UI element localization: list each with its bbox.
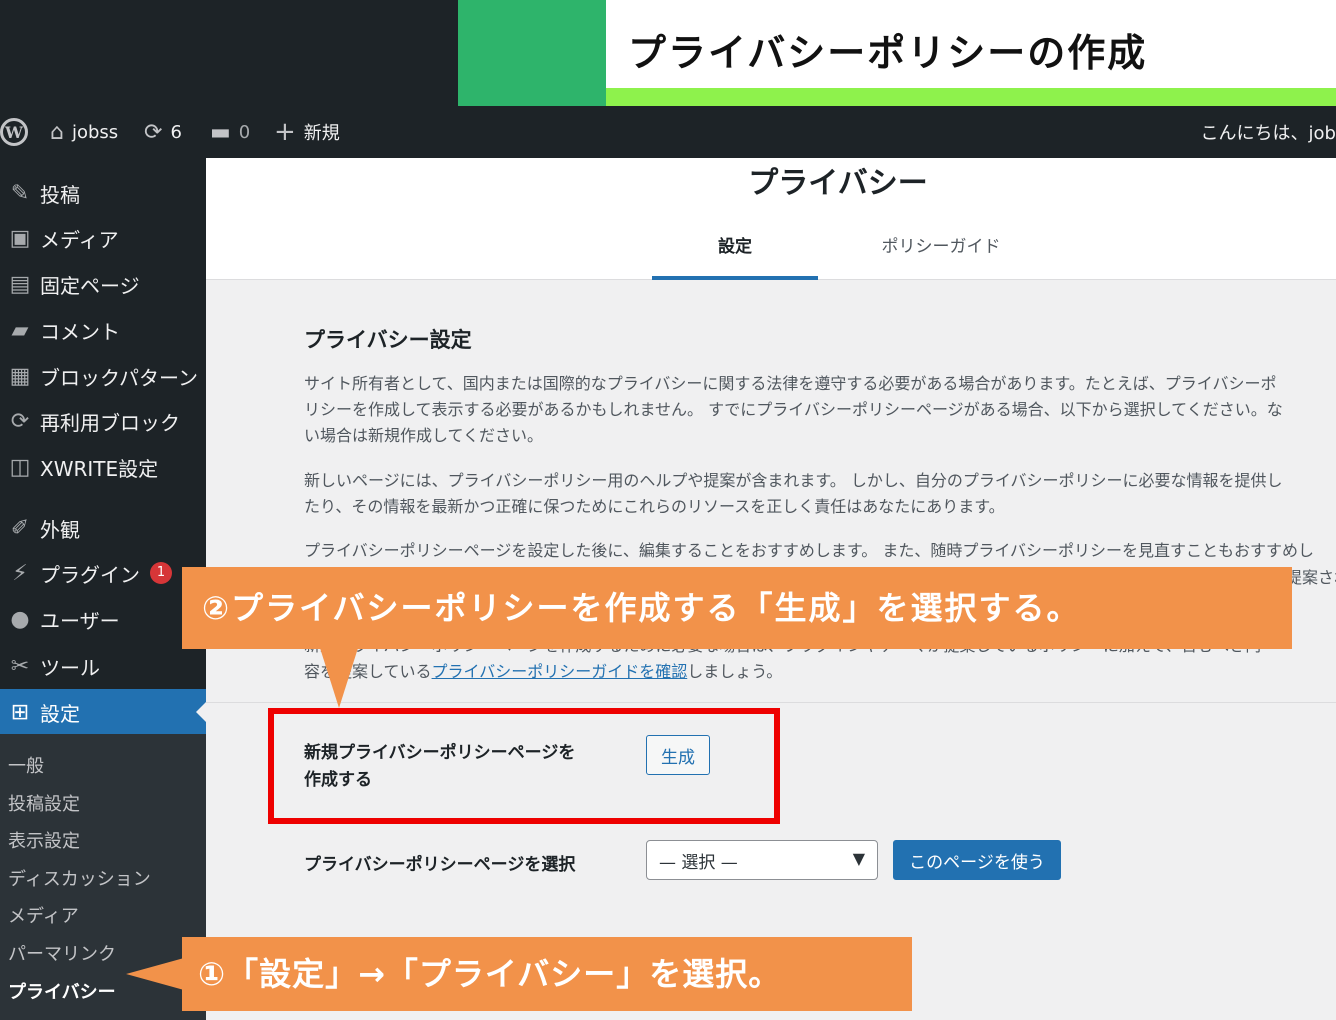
sidebar-item-label: ブロックパターン <box>40 365 198 390</box>
user-icon: ● <box>10 606 30 632</box>
brush-icon: ✐ <box>10 515 30 541</box>
tab-policy-guide[interactable]: ポリシーガイド <box>858 224 1024 280</box>
submenu-reading[interactable]: 表示設定 <box>8 827 80 853</box>
policy-page-select[interactable]: — 選択 — ▼ <box>646 840 878 880</box>
submenu-permalinks[interactable]: パーマリンク <box>8 940 116 966</box>
new-content-link[interactable]: + 新規 <box>274 106 340 158</box>
submenu-media[interactable]: メディア <box>8 902 79 928</box>
sidebar-item-appearance[interactable]: ✐ 外観 <box>0 505 206 551</box>
sidebar-item-comments[interactable]: ▰ コメント <box>0 307 206 353</box>
sidebar-item-label: XWRITE設定 <box>40 456 159 481</box>
sidebar-item-xwrite[interactable]: ◫ XWRITE設定 <box>0 444 206 490</box>
sidebar-item-block-patterns[interactable]: ▦ ブロックパターン <box>0 353 206 399</box>
account-greeting[interactable]: こんにちは、job <box>1201 106 1336 158</box>
intro-paragraph: サイト所有者として、国内または国際的なプライバシーに関する法律を遵守する必要があ… <box>304 371 1336 449</box>
grid-icon: ▦ <box>9 363 31 389</box>
wordpress-logo-button[interactable]: W <box>0 106 28 158</box>
sidebar-item-label: 再利用ブロック <box>40 410 180 435</box>
updates-count: 6 <box>170 121 182 143</box>
intro-line: リシーを作成して表示する必要があるかもしれません。 すでにプライバシーポリシーペ… <box>304 400 1283 419</box>
sidebar-item-posts[interactable]: ✎ 投稿 <box>0 170 206 216</box>
help-paragraph: 新しいページには、プライバシーポリシー用のヘルプや提案が含まれます。 しかし、自… <box>304 468 1336 520</box>
submenu-writing[interactable]: 投稿設定 <box>8 790 80 816</box>
sidebar-item-pages[interactable]: ▤ 固定ページ <box>0 261 206 307</box>
plugin-icon: ⚡ <box>12 560 28 586</box>
sidebar-item-label: ユーザー <box>40 608 120 633</box>
sidebar-item-label: 外観 <box>40 517 80 542</box>
plus-icon: + <box>274 117 296 147</box>
sidebar-item-label: メディア <box>40 227 119 252</box>
sidebar-item-label: 設定 <box>40 701 80 726</box>
guide-line: 容を提案しているプライバシーポリシーガイドを確認しましょう。 <box>304 659 1336 685</box>
page-title: プライバシー <box>748 166 928 201</box>
edit-line-tail: 提案され <box>1286 568 1336 587</box>
use-this-page-button[interactable]: このページを使う <box>893 840 1061 880</box>
page-icon: ▤ <box>9 271 31 297</box>
banner-title: プライバシーポリシーの作成 <box>628 31 1148 75</box>
plugin-update-badge: 1 <box>150 562 172 584</box>
select-value: — 選択 — <box>659 852 738 873</box>
chevron-down-icon: ▼ <box>852 849 865 868</box>
media-icon: ▣ <box>9 225 31 251</box>
intro-line: サイト所有者として、国内または国際的なプライバシーに関する法律を遵守する必要があ… <box>304 374 1277 393</box>
banner-green-block <box>458 0 606 106</box>
submenu-discussion[interactable]: ディスカッション <box>8 865 151 891</box>
sidebar-item-settings[interactable]: ⊞ 設定 <box>0 689 206 735</box>
edit-recommendation-paragraph: プライバシーポリシーページを設定した後に、編集することをおすすめします。 また、… <box>304 538 1336 564</box>
privacy-header: プライバシー 設定 ポリシーガイド <box>206 158 1336 280</box>
callout-step-1: ①「設定」→「プライバシー」を選択。 <box>182 937 912 1011</box>
callout-step-2: ②プライバシーポリシーを作成する「生成」を選択する。 <box>182 567 1292 649</box>
updates-link[interactable]: ⟳ 6 <box>144 106 182 158</box>
comment-icon: ▰ <box>11 317 29 343</box>
help-line: たり、その情報を最新かつ正確に保つためにこれらのリソースを正しく責任はあなたにあ… <box>304 497 1005 516</box>
sidebar-item-media[interactable]: ▣ メディア <box>0 215 206 261</box>
sidebar-item-plugins[interactable]: ⚡ プラグイン 1 <box>0 550 206 596</box>
refresh-icon: ⟳ <box>144 119 163 145</box>
sidebar-item-label: ツール <box>40 655 100 680</box>
banner-underline <box>606 88 1336 106</box>
sidebar-item-users[interactable]: ● ユーザー <box>0 596 206 642</box>
comments-link[interactable]: ▬ 0 <box>210 106 250 158</box>
reuse-icon: ⟳ <box>10 408 30 434</box>
submenu-general[interactable]: 一般 <box>8 752 44 778</box>
guide-text-end: しましょう。 <box>687 662 783 681</box>
home-icon: ⌂ <box>50 119 64 145</box>
book-icon: ◫ <box>9 454 31 480</box>
admin-bar: W ⌂ jobss ⟳ 6 ▬ 0 + 新規 こんにちは、job <box>0 106 1336 158</box>
new-label: 新規 <box>303 123 340 144</box>
sidebar-item-label: 固定ページ <box>40 273 140 298</box>
wordpress-icon: W <box>0 118 28 146</box>
wrench-icon: ✂ <box>10 653 30 679</box>
comment-bubble-icon: ▬ <box>210 119 231 145</box>
tab-settings[interactable]: 設定 <box>652 224 818 280</box>
edit-line: プライバシーポリシーページを設定した後に、編集することをおすすめします。 また、… <box>304 541 1315 560</box>
intro-line: い場合は新規作成してください。 <box>304 426 544 445</box>
callout-1-pointer <box>126 958 184 990</box>
site-name-link[interactable]: ⌂ jobss <box>50 106 118 158</box>
highlight-box <box>268 708 780 824</box>
sidebar-item-label: コメント <box>40 319 120 344</box>
sidebar-item-label: 投稿 <box>40 182 80 207</box>
sidebar-item-reusable-blocks[interactable]: ⟳ 再利用ブロック <box>0 398 206 444</box>
section-divider <box>206 702 1336 703</box>
comments-count: 0 <box>238 121 251 143</box>
help-line: 新しいページには、プライバシーポリシー用のヘルプや提案が含まれます。 しかし、自… <box>304 471 1283 490</box>
select-policy-label: プライバシーポリシーページを選択 <box>304 855 576 875</box>
settings-icon: ⊞ <box>10 699 30 725</box>
settings-heading: プライバシー設定 <box>304 328 472 352</box>
site-name: jobss <box>71 121 119 143</box>
submenu-privacy[interactable]: プライバシー <box>8 978 116 1004</box>
tutorial-banner: プライバシーポリシーの作成 <box>0 0 1336 106</box>
sidebar-item-tools[interactable]: ✂ ツール <box>0 643 206 689</box>
sidebar-item-label: プラグイン <box>40 562 140 587</box>
policy-guide-link[interactable]: プライバシーポリシーガイドを確認 <box>432 662 688 681</box>
pin-icon: ✎ <box>10 180 30 206</box>
callout-2-pointer <box>320 648 358 708</box>
